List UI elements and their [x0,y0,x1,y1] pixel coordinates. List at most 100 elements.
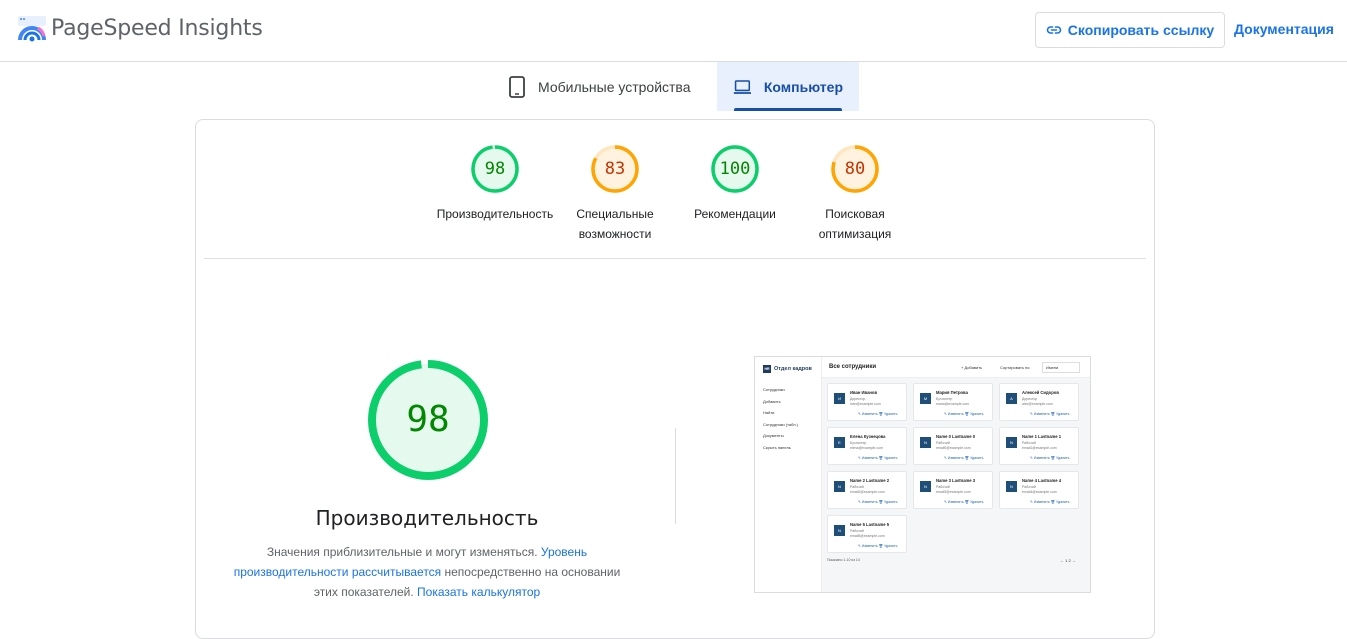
employee-name: Name 3 Lastname 3 [936,478,976,483]
employee-role: Рабочий [936,485,950,489]
smartphone-icon [509,75,525,98]
gauge-ring: 100 [710,144,760,194]
screenshot-employee-card: N Name 5 Lastname 5 Рабочий email5@example.… [827,515,907,553]
score-label: Рекомендации [670,204,800,224]
employee-email: email5@example.com [850,534,885,538]
avatar: N [920,481,931,492]
screenshot-employee-card: Е Елена Кузнецова Бухгалтер elena@example.c… [827,427,907,465]
screenshot-nav: Сотрудники Добавить Найти Сотрудники (та… [763,384,798,453]
screenshot-employee-card: N Name 2 Lastname 2 Рабочий email2@example.… [827,471,907,509]
nav-item: Найти [763,410,775,415]
employee-role: Директор [1022,397,1038,401]
employee-role: Рабочий [936,441,950,445]
gauge-ring: 83 [590,144,640,194]
employee-email: elena@example.com [850,446,883,450]
copy-link-label: Скопировать ссылку [1067,22,1215,38]
score-label-line: оптимизация [818,227,892,241]
employee-email: email0@example.com [936,446,971,450]
card-actions: ✎ Изменить 🗑 Удалить [1030,412,1070,416]
screenshot-employee-card: N Name 3 Lastname 3 Рабочий email3@example.… [913,471,993,509]
note-text: Значения приблизительные и могут изменят… [266,545,541,559]
score-gauge-performance[interactable]: 98 Производительность [430,144,560,224]
top-bar: PageSpeed Insights Скопировать ссылку До… [0,0,1347,62]
brand-badge: HR [763,365,771,373]
screenshot-main: Все сотрудники + Добавить Сортировать по… [822,357,1090,592]
screenshot-employee-card: М Мария Петрова Бухгалтер maria@example.com… [913,383,993,421]
avatar: М [920,393,931,404]
performance-title: Производительность [315,506,539,530]
nav-item: Сотрудники (табл.) [763,421,799,427]
employee-name: Name 1 Lastname 1 [1022,434,1062,439]
card-actions: ✎ Изменить 🗑 Удалить [1030,456,1070,460]
employee-name: Елена Кузнецова [850,434,886,439]
screenshot-sort-select: Имени [1042,362,1080,373]
employee-role: Директор [850,397,866,401]
score-gauge-accessibility[interactable]: 83 Специальные возможности [550,144,680,244]
performance-score-value: 98 [406,399,450,440]
gauge-ring: 80 [830,144,880,194]
screenshot-pager: ← 1 2 → [1060,558,1076,563]
nav-item: Добавить [763,398,781,404]
laptop-icon [733,79,752,94]
pagespeed-logo-icon[interactable] [18,16,46,44]
employee-email: email4@example.com [1022,490,1057,494]
score-label: Производительность [430,204,560,224]
score-gauge-seo[interactable]: 80 Поисковая оптимизация [790,144,920,244]
screenshot-footer: Показано 1-10 из 14 [827,558,860,562]
card-actions: ✎ Изменить 🗑 Удалить [944,500,984,504]
screenshot-employee-card: И Иван Иванов Директор ivan@example.com ✎ Из… [827,383,907,421]
screenshot-sort-label: Сортировать по: [1000,365,1031,370]
employee-name: Name 4 Lastname 4 [1022,478,1062,483]
nav-item: Документы [763,433,784,438]
score-gauge-best-practices[interactable]: 100 Рекомендации [670,144,800,224]
employee-role: Рабочий [1022,485,1036,489]
tab-desktop-label: Компьютер [763,78,843,95]
screenshot-heading: Все сотрудники [829,364,877,370]
nav-item: Скрыть панель [763,444,791,450]
employee-name: Мария Петрова [936,390,968,395]
score-label: Поисковая оптимизация [790,204,920,244]
score-label-line: Специальные [576,207,654,221]
score-label-line: Поисковая [825,207,885,221]
card-actions: ✎ Изменить 🗑 Удалить [858,456,898,460]
score-value: 100 [719,159,751,179]
card-actions: ✎ Изменить 🗑 Удалить [858,412,898,416]
report-card: 98 Производительность 83 Специальные возм… [195,119,1155,639]
employee-name: Name 2 Lastname 2 [850,478,890,483]
employee-role: Рабочий [850,529,864,533]
screenshot-employee-card: N Name 1 Lastname 1 Рабочий email1@example.… [999,427,1079,465]
show-calculator-link[interactable]: Показать калькулятор [417,585,540,599]
link-icon [1046,26,1062,34]
avatar: N [834,481,845,492]
employee-email: maria@example.com [936,402,970,406]
employee-email: email3@example.com [936,490,971,494]
tab-mobile[interactable]: Мобильные устройства [492,62,717,111]
tab-desktop[interactable]: Компьютер [717,62,859,111]
employee-name: Алексей Сидоров [1022,390,1059,395]
avatar: N [1006,481,1017,492]
screenshot-sidebar: HR Отдел кадров Сотрудники Добавить Найти… [755,357,822,592]
card-actions: ✎ Изменить 🗑 Удалить [858,544,898,548]
employee-email: ivan@example.com [850,402,881,406]
screenshot-employee-card: А Алексей Сидоров Директор alex@example.com… [999,383,1079,421]
card-actions: ✎ Изменить 🗑 Удалить [944,412,984,416]
card-actions: ✎ Изменить 🗑 Удалить [1030,500,1070,504]
copy-link-button[interactable]: Скопировать ссылку [1035,12,1225,48]
employee-email: email2@example.com [850,490,885,494]
documentation-link[interactable]: Документация [1234,21,1334,37]
employee-role: Рабочий [1022,441,1036,445]
screenshot-employee-card: N Name 0 Lastname 0 Рабочий email0@example.… [913,427,993,465]
employee-role: Рабочий [850,485,864,489]
avatar: Е [834,437,845,448]
screenshot-add: + Добавить [961,365,983,370]
page-screenshot: HR Отдел кадров Сотрудники Добавить Найти… [754,356,1091,593]
employee-role: Бухгалтер [850,441,867,445]
score-value: 98 [484,159,506,179]
employee-role: Бухгалтер [936,397,953,401]
gauge-ring: 98 [470,144,520,194]
score-value: 80 [844,159,866,179]
screenshot-brand: HR Отдел кадров [763,365,812,373]
employee-name: Name 0 Lastname 0 [936,434,976,439]
screenshot-employee-card: N Name 4 Lastname 4 Рабочий email4@example.… [999,471,1079,509]
card-actions: ✎ Изменить 🗑 Удалить [944,456,984,460]
